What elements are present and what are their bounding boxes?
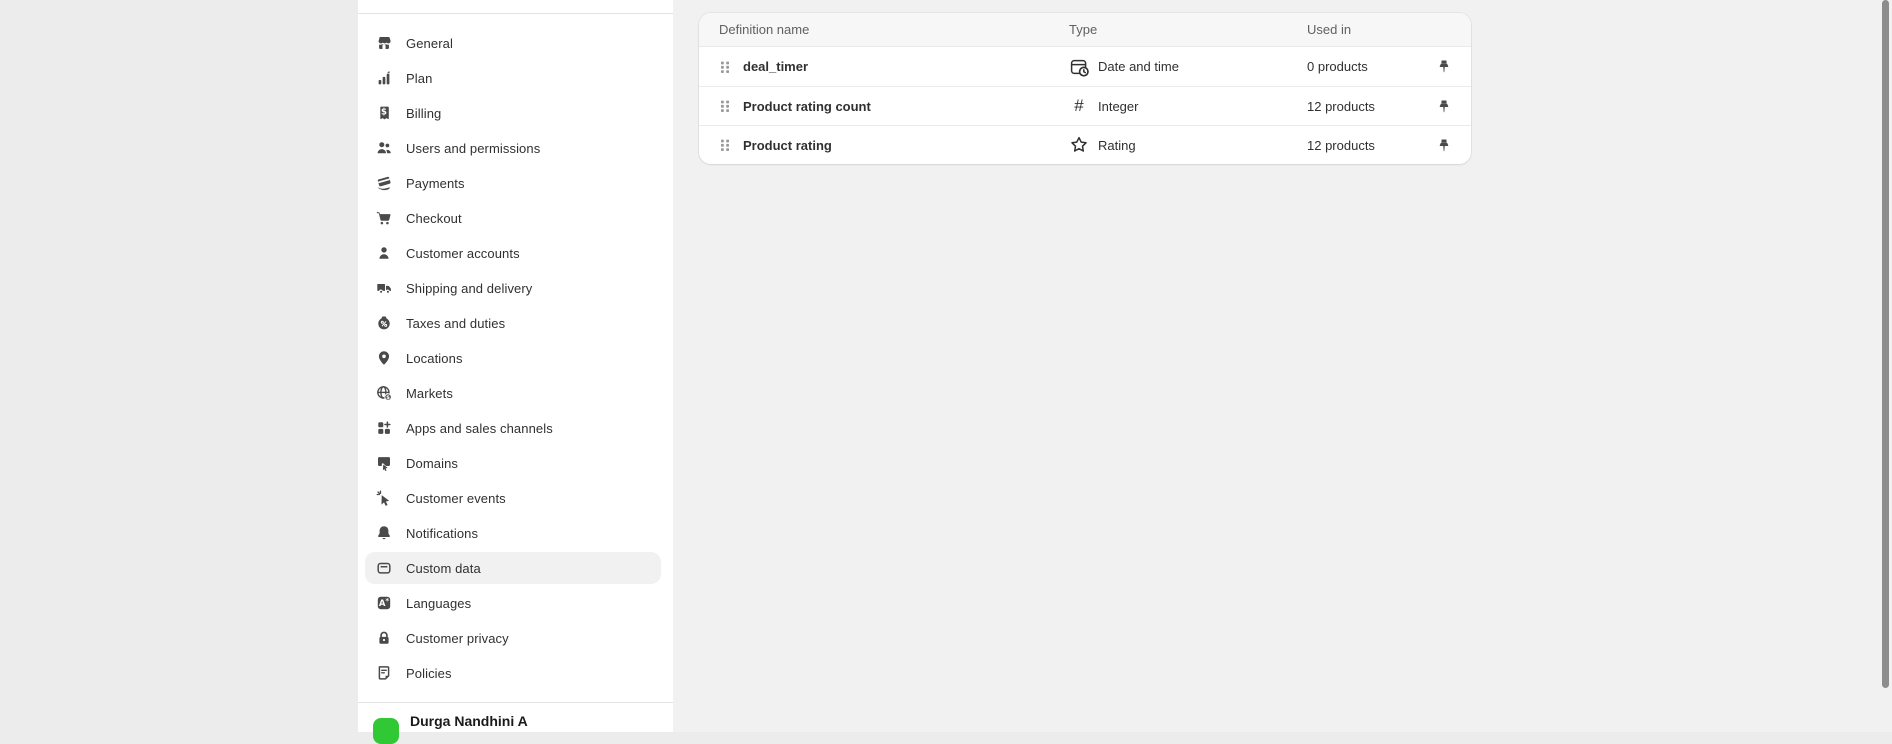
svg-text:$: $ — [381, 108, 387, 118]
checkout-cart-icon — [376, 210, 392, 226]
sidebar-item-checkout[interactable]: Checkout — [365, 202, 661, 234]
sidebar-item-label: Domains — [406, 456, 458, 471]
domains-icon — [376, 455, 392, 471]
drag-handle-icon[interactable] — [719, 98, 731, 114]
billing-icon: $ — [376, 105, 392, 121]
pin-button[interactable] — [1429, 94, 1451, 118]
sidebar-item-label: Plan — [406, 71, 432, 86]
pin-icon — [1437, 138, 1451, 153]
table-row[interactable]: deal_timer Date and time 0 products — [699, 47, 1471, 86]
column-header-definition-name: Definition name — [719, 22, 1069, 37]
sidebar-item-taxes-and-duties[interactable]: Taxes and duties — [365, 307, 661, 339]
user-name: Durga Nandhini A — [410, 713, 528, 729]
drag-handle-icon[interactable] — [719, 59, 731, 75]
used-in-value: 0 products — [1307, 59, 1427, 74]
sidebar-item-label: Locations — [406, 351, 463, 366]
sidebar-item-domains[interactable]: Domains — [365, 447, 661, 479]
policies-icon — [376, 665, 392, 681]
settings-nav: General Plan $ Billing Users and permiss… — [358, 27, 673, 692]
sidebar-item-label: Customer accounts — [406, 246, 520, 261]
definition-name: Product rating count — [743, 99, 1069, 114]
type-label: Rating — [1098, 138, 1136, 153]
globe-icon: $ — [376, 385, 392, 401]
drag-handle-icon[interactable] — [719, 137, 731, 153]
languages-icon: A* — [376, 595, 392, 611]
sidebar-item-label: Taxes and duties — [406, 316, 505, 331]
sidebar-item-label: Users and permissions — [406, 141, 540, 156]
pin-button[interactable] — [1429, 55, 1451, 79]
sidebar-item-customer-events[interactable]: Customer events — [365, 482, 661, 514]
custom-data-icon — [376, 560, 392, 576]
store-icon — [376, 35, 392, 51]
table-header-row: Definition name Type Used in — [699, 13, 1471, 47]
hash-icon: # — [1069, 96, 1089, 116]
lock-icon — [376, 630, 392, 646]
sidebar-item-label: Notifications — [406, 526, 478, 541]
vertical-scrollbar-thumb[interactable] — [1882, 0, 1889, 688]
sidebar-item-locations[interactable]: Locations — [365, 342, 661, 374]
sidebar-item-customer-accounts[interactable]: Customer accounts — [365, 237, 661, 269]
bell-icon — [376, 525, 392, 541]
sidebar-item-users-and-permissions[interactable]: Users and permissions — [365, 132, 661, 164]
sidebar-item-label: Policies — [406, 666, 452, 681]
sidebar-item-label: Payments — [406, 176, 465, 191]
svg-text:*: * — [385, 597, 389, 605]
account-menu-item[interactable]: Durga Nandhini A — [358, 702, 673, 732]
definition-name: Product rating — [743, 138, 1069, 153]
sidebar-item-label: Apps and sales channels — [406, 421, 553, 436]
table-body: deal_timer Date and time 0 products Prod — [699, 47, 1471, 164]
sidebar-item-notifications[interactable]: Notifications — [365, 517, 661, 549]
sidebar-item-billing[interactable]: $ Billing — [365, 97, 661, 129]
sidebar-item-label: Customer privacy — [406, 631, 509, 646]
truck-icon — [376, 280, 392, 296]
sidebar-item-customer-privacy[interactable]: Customer privacy — [365, 622, 661, 654]
column-header-used-in: Used in — [1307, 22, 1427, 37]
map-pin-icon — [376, 350, 392, 366]
used-in-value: 12 products — [1307, 99, 1427, 114]
sidebar-item-label: Custom data — [406, 561, 481, 576]
sidebar-item-label: Billing — [406, 106, 441, 121]
sidebar-item-label: Markets — [406, 386, 453, 401]
sidebar-item-label: Languages — [406, 596, 471, 611]
sidebar-item-label: Checkout — [406, 211, 462, 226]
table-row[interactable]: Product rating Rating 12 products — [699, 125, 1471, 164]
sidebar-item-shipping-and-delivery[interactable]: Shipping and delivery — [365, 272, 661, 304]
pin-icon — [1437, 99, 1451, 114]
table-row[interactable]: Product rating count # Integer 12 produc… — [699, 86, 1471, 125]
avatar — [373, 718, 399, 744]
sidebar-item-languages[interactable]: A* Languages — [365, 587, 661, 619]
star-icon — [1069, 135, 1089, 155]
sidebar-item-policies[interactable]: Policies — [365, 657, 661, 689]
sidebar-item-label: Customer events — [406, 491, 506, 506]
plan-icon — [376, 70, 392, 86]
type-label: Integer — [1098, 99, 1138, 114]
metafield-definitions-card: Definition name Type Used in deal_timer … — [699, 13, 1471, 164]
sidebar-item-apps-and-sales-channels[interactable]: Apps and sales channels — [365, 412, 661, 444]
users-icon — [376, 140, 392, 156]
sidebar-item-label: General — [406, 36, 453, 51]
column-header-type: Type — [1069, 22, 1307, 37]
pin-button[interactable] — [1429, 133, 1451, 157]
payments-icon — [376, 175, 392, 191]
calendar-clock-icon — [1069, 57, 1089, 77]
apps-grid-icon — [376, 420, 392, 436]
tax-bag-icon — [376, 315, 392, 331]
sidebar-item-markets[interactable]: $ Markets — [365, 377, 661, 409]
type-label: Date and time — [1098, 59, 1179, 74]
svg-text:$: $ — [386, 395, 390, 401]
sidebar-item-custom-data[interactable]: Custom data — [365, 552, 661, 584]
sidebar-item-payments[interactable]: Payments — [365, 167, 661, 199]
person-icon — [376, 245, 392, 261]
sidebar-item-general[interactable]: General — [365, 27, 661, 59]
definition-name: deal_timer — [743, 59, 1069, 74]
pin-icon — [1437, 59, 1451, 74]
sidebar-item-label: Shipping and delivery — [406, 281, 532, 296]
sidebar-top-divider — [358, 13, 673, 14]
used-in-value: 12 products — [1307, 138, 1427, 153]
sidebar-item-plan[interactable]: Plan — [365, 62, 661, 94]
cursor-sparks-icon — [376, 490, 392, 506]
settings-sidebar: General Plan $ Billing Users and permiss… — [358, 0, 673, 732]
